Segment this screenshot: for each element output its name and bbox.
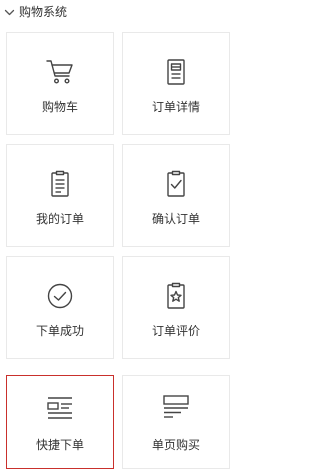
order-review-icon (161, 281, 191, 311)
tile-label: 订单详情 (151, 100, 200, 114)
confirm-order-icon (161, 169, 191, 199)
tile-order-success[interactable]: 下单成功 (6, 256, 114, 359)
tile-my-orders[interactable]: 我的订单 (6, 144, 114, 247)
tile-label: 单页购买 (151, 438, 200, 452)
tile-shopping-cart[interactable]: 购物车 (6, 32, 114, 135)
section-title: 购物系统 (19, 5, 68, 19)
order-details-icon (161, 57, 191, 87)
chevron-down-icon (4, 7, 15, 18)
tile-label: 下单成功 (35, 324, 84, 338)
shopping-cart-icon (45, 57, 75, 87)
single-page-purchase-icon (161, 393, 191, 423)
order-success-icon (45, 281, 75, 311)
tile-label: 快捷下单 (35, 438, 84, 452)
tile-label: 我的订单 (35, 212, 84, 226)
tile-label: 订单评价 (151, 324, 200, 338)
tile-confirm-order[interactable]: 确认订单 (122, 144, 230, 247)
quick-order-icon (45, 393, 75, 423)
tile-order-review[interactable]: 订单评价 (122, 256, 230, 359)
tile-single-page-purchase[interactable]: 单页购买 (122, 375, 230, 469)
tile-label: 购物车 (41, 100, 78, 114)
tile-label: 确认订单 (151, 212, 200, 226)
section-header-shopping-system[interactable]: 购物系统 (0, 0, 224, 26)
my-orders-icon (45, 169, 75, 199)
tile-order-details[interactable]: 订单详情 (122, 32, 230, 135)
tile-quick-order[interactable]: 快捷下单 (6, 375, 114, 469)
